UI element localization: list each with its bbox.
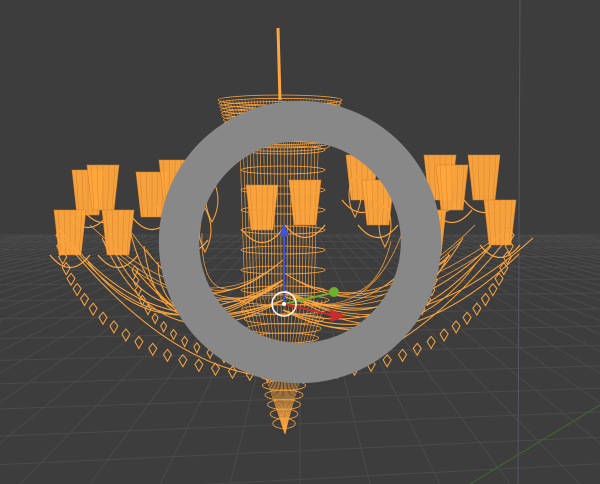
corner-drag-icon[interactable]: [0, 0, 600, 484]
3d-viewport[interactable]: [0, 0, 600, 484]
